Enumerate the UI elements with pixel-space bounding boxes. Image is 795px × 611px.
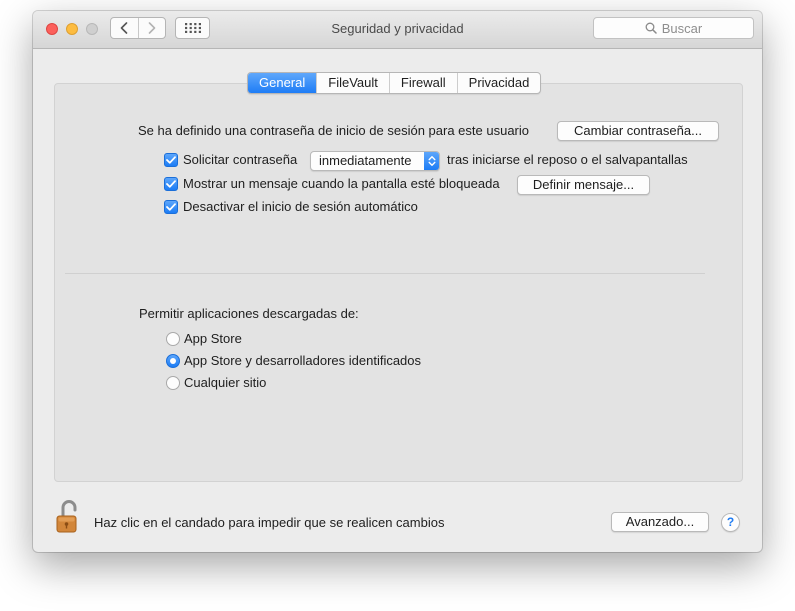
tab-firewall[interactable]: Firewall: [388, 73, 457, 93]
search-field[interactable]: Buscar: [593, 17, 754, 39]
radio-app-store[interactable]: [166, 332, 180, 346]
radio-app-store-identified[interactable]: [166, 354, 180, 368]
checkmark-icon: [166, 156, 176, 164]
allow-downloads-heading: Permitir aplicaciones descargadas de:: [139, 306, 359, 321]
change-password-button[interactable]: Cambiar contraseña...: [557, 121, 719, 141]
lock-button[interactable]: [55, 499, 81, 538]
close-window-button[interactable]: [46, 23, 58, 35]
require-password-suffix: tras iniciarse el reposo o el salvapanta…: [447, 152, 688, 167]
grid-icon: [184, 23, 201, 33]
require-password-checkbox[interactable]: [164, 153, 178, 167]
tab-filevault[interactable]: FileVault: [316, 73, 389, 93]
radio-app-store-identified-label: App Store y desarrolladores identificado…: [184, 353, 422, 368]
zoom-window-button[interactable]: [86, 23, 98, 35]
tab-privacidad[interactable]: Privacidad: [456, 73, 541, 93]
show-all-button[interactable]: [175, 17, 210, 39]
preferences-window: Seguridad y privacidad Buscar General Fi…: [33, 11, 762, 552]
disable-auto-login-label: Desactivar el inicio de sesión automátic…: [183, 199, 418, 214]
require-password-delay-select[interactable]: inmediatamente: [310, 151, 440, 171]
radio-app-store-label: App Store: [184, 331, 242, 346]
set-message-button[interactable]: Definir mensaje...: [517, 175, 650, 195]
navigation-buttons: [110, 17, 166, 39]
section-divider: [65, 273, 705, 274]
radio-anywhere[interactable]: [166, 376, 180, 390]
advanced-button[interactable]: Avanzado...: [611, 512, 709, 532]
tab-bar: General FileVault Firewall Privacidad: [247, 72, 542, 94]
radio-anywhere-label: Cualquier sitio: [184, 375, 267, 390]
help-button[interactable]: ?: [721, 513, 740, 532]
select-arrows-icon: [424, 152, 439, 170]
password-set-note: Se ha definido una contraseña de inicio …: [138, 123, 529, 138]
chevron-left-icon: [120, 22, 128, 34]
checkmark-icon: [166, 203, 176, 211]
lock-instruction-text: Haz clic en el candado para impedir que …: [94, 515, 445, 530]
tab-general[interactable]: General: [248, 73, 317, 93]
search-placeholder: Buscar: [661, 20, 703, 36]
forward-button[interactable]: [137, 18, 166, 38]
checkmark-icon: [166, 180, 176, 188]
lock-open-icon: [56, 500, 77, 533]
minimize-window-button[interactable]: [66, 23, 78, 35]
chevron-right-icon: [148, 22, 156, 34]
select-value: inmediatamente: [319, 153, 412, 168]
require-password-label: Solicitar contraseña: [183, 152, 298, 167]
show-message-checkbox[interactable]: [164, 177, 178, 191]
disable-auto-login-checkbox[interactable]: [164, 200, 178, 214]
title-bar[interactable]: Seguridad y privacidad Buscar: [33, 11, 762, 49]
back-button[interactable]: [111, 18, 138, 38]
search-icon: [645, 22, 657, 34]
show-message-label: Mostrar un mensaje cuando la pantalla es…: [183, 176, 500, 191]
content-panel: [54, 83, 743, 482]
